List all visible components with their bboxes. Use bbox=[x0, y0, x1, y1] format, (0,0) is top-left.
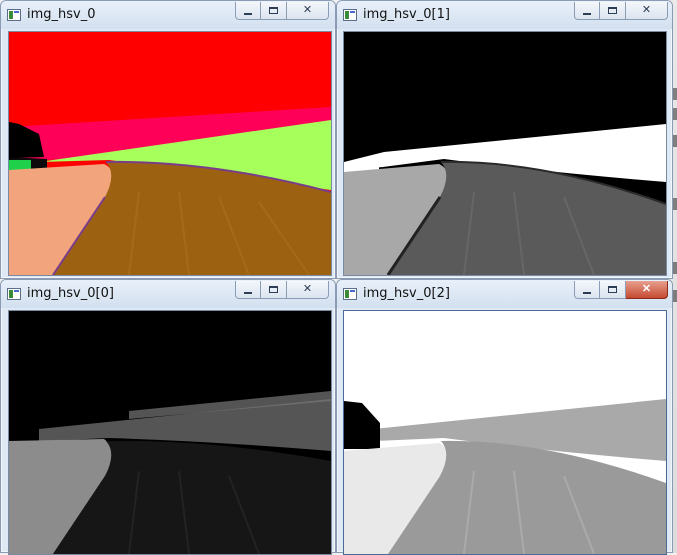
window-img-hsv-0[interactable]: img_hsv_0 ✕ bbox=[0, 0, 336, 279]
maximize-button[interactable] bbox=[261, 281, 287, 299]
minimize-icon bbox=[244, 291, 252, 294]
maximize-icon bbox=[269, 7, 278, 14]
image-canvas-hue bbox=[8, 310, 332, 555]
opencv-window-icon bbox=[7, 9, 21, 21]
minimize-button[interactable] bbox=[235, 2, 261, 20]
minimize-button[interactable] bbox=[235, 281, 261, 299]
window-title: img_hsv_0 bbox=[27, 7, 96, 22]
close-icon: ✕ bbox=[302, 4, 313, 16]
close-button[interactable]: ✕ bbox=[287, 281, 329, 299]
opencv-window-icon bbox=[7, 288, 21, 300]
minimize-icon bbox=[583, 291, 591, 294]
window-controls: ✕ bbox=[574, 2, 668, 22]
window-titlebar[interactable]: img_hsv_0[2] ✕ bbox=[337, 280, 672, 308]
maximize-icon bbox=[608, 7, 617, 14]
window-img-hsv-0-0[interactable]: img_hsv_0[0] ✕ bbox=[0, 279, 336, 555]
close-icon: ✕ bbox=[302, 283, 313, 295]
window-title: img_hsv_0[1] bbox=[363, 7, 450, 22]
maximize-button[interactable] bbox=[600, 2, 626, 20]
window-controls: ✕ bbox=[235, 281, 329, 301]
window-controls: ✕ bbox=[574, 281, 668, 301]
opencv-window-icon bbox=[343, 288, 357, 300]
close-icon: ✕ bbox=[641, 283, 652, 295]
close-button[interactable]: ✕ bbox=[626, 2, 668, 20]
window-title: img_hsv_0[0] bbox=[27, 286, 114, 301]
maximize-icon bbox=[608, 286, 617, 293]
maximize-button[interactable] bbox=[600, 281, 626, 299]
close-icon: ✕ bbox=[641, 4, 652, 16]
window-titlebar[interactable]: img_hsv_0[0] ✕ bbox=[1, 280, 335, 308]
maximize-icon bbox=[269, 286, 278, 293]
window-img-hsv-0-2[interactable]: img_hsv_0[2] ✕ bbox=[336, 279, 673, 555]
minimize-icon bbox=[244, 12, 252, 15]
window-img-hsv-0-1[interactable]: img_hsv_0[1] ✕ bbox=[336, 0, 673, 279]
opencv-window-icon bbox=[343, 9, 357, 21]
image-canvas-hsv bbox=[8, 31, 332, 276]
minimize-button[interactable] bbox=[574, 2, 600, 20]
close-button[interactable]: ✕ bbox=[287, 2, 329, 20]
window-titlebar[interactable]: img_hsv_0 ✕ bbox=[1, 1, 335, 29]
minimize-icon bbox=[583, 12, 591, 15]
window-titlebar[interactable]: img_hsv_0[1] ✕ bbox=[337, 1, 672, 29]
window-title: img_hsv_0[2] bbox=[363, 286, 450, 301]
image-canvas-saturation bbox=[343, 31, 667, 276]
close-button[interactable]: ✕ bbox=[626, 281, 668, 299]
image-canvas-value bbox=[343, 310, 667, 555]
window-controls: ✕ bbox=[235, 2, 329, 22]
minimize-button[interactable] bbox=[574, 281, 600, 299]
maximize-button[interactable] bbox=[261, 2, 287, 20]
